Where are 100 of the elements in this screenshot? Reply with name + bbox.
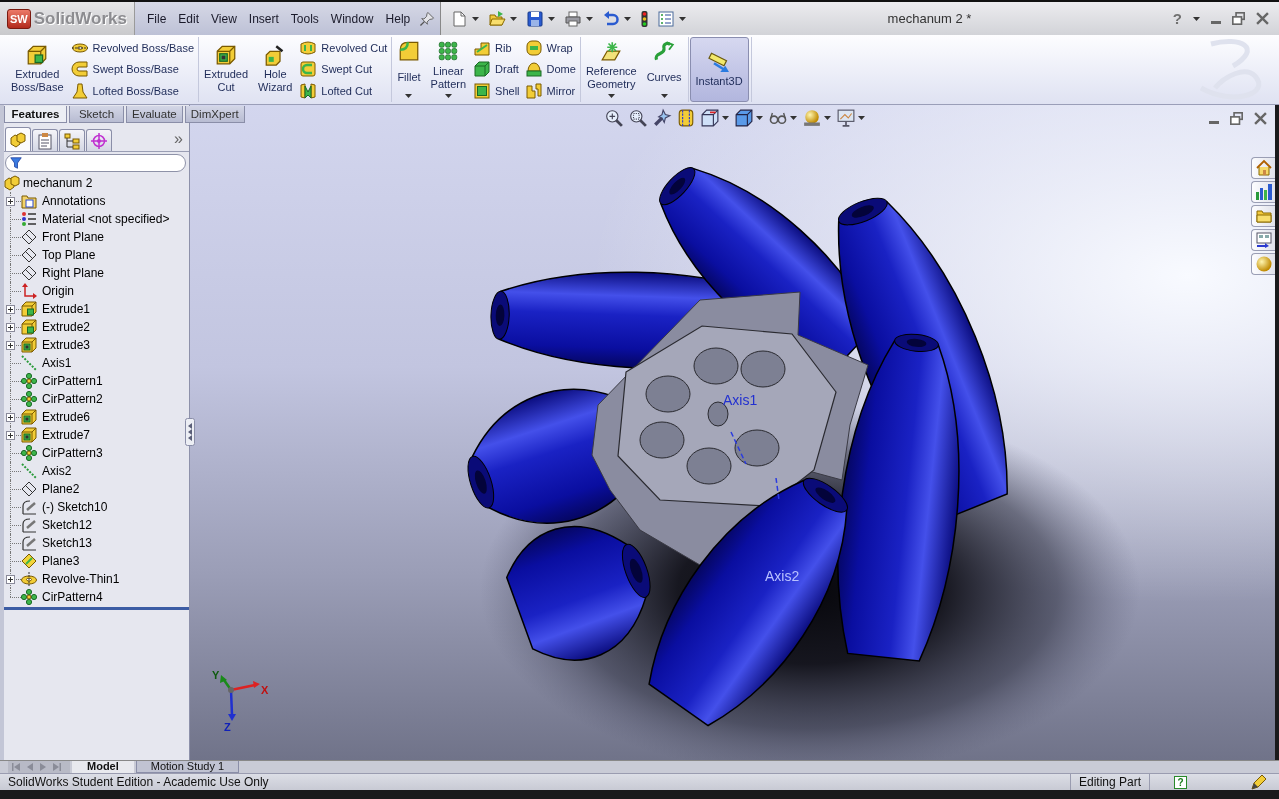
close-icon[interactable] — [1254, 112, 1267, 125]
menu-item[interactable]: View — [205, 9, 243, 28]
wand-icon[interactable] — [653, 109, 671, 127]
tree-item[interactable]: Extrude3 — [21, 337, 91, 353]
caret-icon[interactable] — [660, 94, 668, 98]
command-tab[interactable]: Sketch — [69, 106, 124, 123]
menu-item[interactable]: Tools — [284, 9, 325, 28]
monitor-icon[interactable] — [837, 109, 855, 127]
caret-icon[interactable] — [679, 16, 687, 21]
ribbon-button[interactable]: Wrap — [523, 38, 578, 57]
pin-icon[interactable] — [420, 11, 435, 26]
collapse-handle[interactable] — [185, 418, 195, 446]
caret-icon[interactable] — [790, 116, 797, 120]
tree-item[interactable]: Annotations — [21, 193, 106, 209]
magnifier-icon[interactable] — [605, 109, 623, 127]
section-view-icon[interactable] — [677, 109, 695, 127]
tree-item[interactable]: (-) Sketch10 — [21, 499, 108, 515]
tree-item[interactable]: Extrude1 — [21, 301, 91, 317]
caret-icon[interactable] — [444, 94, 452, 98]
ribbon-button[interactable]: Curves — [642, 37, 686, 102]
menu-item[interactable]: Help — [379, 9, 417, 28]
panel-tab[interactable] — [32, 129, 58, 151]
ribbon-button[interactable]: Hole Wizard — [254, 37, 297, 102]
document-tab[interactable]: Motion Study 1 — [135, 761, 240, 773]
ribbon-button[interactable]: Reference Geometry — [581, 37, 641, 102]
printer-icon[interactable] — [565, 10, 582, 27]
ribbon-button[interactable]: Fillet — [393, 37, 425, 102]
expand-icon[interactable] — [6, 430, 15, 440]
help-button[interactable]: ? — [1174, 775, 1187, 789]
task-pane-tab[interactable] — [1251, 181, 1275, 203]
ribbon-button[interactable]: Linear Pattern — [426, 37, 471, 102]
floppy-icon[interactable] — [527, 10, 544, 27]
filter-field[interactable] — [5, 154, 186, 172]
cube-icon[interactable] — [735, 109, 753, 127]
tree-item[interactable]: CirPattern4 — [21, 589, 103, 605]
ribbon-button[interactable]: Lofted Cut — [298, 82, 390, 101]
checklist-icon[interactable] — [658, 10, 675, 27]
caret-icon[interactable] — [1193, 16, 1200, 21]
caret-icon[interactable] — [624, 16, 632, 21]
menu-item[interactable]: Window — [324, 9, 380, 28]
expand-icon[interactable] — [6, 322, 15, 332]
tree-item[interactable]: Revolve-Thin1 — [21, 571, 120, 587]
command-tab[interactable]: Evaluate — [126, 106, 183, 123]
ribbon-button[interactable]: Dome — [523, 60, 578, 79]
panel-tab[interactable] — [86, 129, 112, 151]
ribbon-button[interactable]: Revolved Cut — [298, 38, 390, 57]
close-icon[interactable] — [1256, 12, 1269, 25]
tree-item[interactable]: Plane2 — [21, 481, 80, 497]
tree-item[interactable]: mechanum 2 — [4, 175, 93, 191]
tree-item[interactable]: Front Plane — [21, 229, 105, 245]
tree-item[interactable]: CirPattern1 — [21, 373, 103, 389]
tree-item[interactable]: CirPattern2 — [21, 391, 103, 407]
caret-icon[interactable] — [472, 16, 480, 21]
tree-item[interactable]: Material <not specified> — [21, 211, 170, 227]
ribbon-button[interactable]: Draft — [472, 60, 522, 79]
restore-icon[interactable] — [1230, 112, 1243, 125]
magnifier-icon[interactable] — [629, 109, 647, 127]
cube-icon[interactable] — [701, 109, 719, 127]
tree-item[interactable]: Sketch12 — [21, 517, 93, 533]
ribbon-button[interactable]: Rib — [472, 38, 522, 57]
command-tab[interactable]: DimXpert — [184, 106, 245, 123]
ribbon-button[interactable]: Extruded Boss/Base — [7, 37, 68, 102]
task-pane-tab[interactable] — [1251, 205, 1275, 227]
caret-icon[interactable] — [586, 16, 594, 21]
minimize-icon[interactable] — [1211, 20, 1221, 24]
minimize-icon[interactable] — [1209, 120, 1219, 124]
panel-tab[interactable] — [59, 129, 85, 151]
tree-item[interactable]: Top Plane — [21, 247, 96, 263]
tree-item[interactable]: Axis2 — [21, 463, 72, 479]
traffic-light-icon[interactable] — [641, 10, 649, 27]
ribbon-button[interactable]: Lofted Boss/Base — [69, 82, 197, 101]
task-pane-tab[interactable] — [1251, 229, 1275, 251]
caret-icon[interactable] — [858, 116, 865, 120]
caret-icon[interactable] — [824, 116, 831, 120]
undo-icon[interactable] — [603, 10, 620, 27]
caret-icon[interactable] — [510, 16, 518, 21]
command-tab[interactable]: Features — [4, 106, 67, 123]
caret-icon[interactable] — [548, 16, 556, 21]
tree-item[interactable]: Right Plane — [21, 265, 105, 281]
document-tab[interactable]: Model — [72, 761, 134, 773]
caret-icon[interactable] — [607, 94, 615, 98]
menu-item[interactable]: Insert — [242, 9, 285, 28]
ribbon-button[interactable]: Extruded Cut — [200, 37, 253, 102]
ribbon-button[interactable]: Swept Boss/Base — [69, 60, 197, 79]
ribbon-button[interactable]: Mirror — [523, 82, 578, 101]
menu-item[interactable]: File — [141, 9, 173, 28]
expand-icon[interactable] — [6, 340, 15, 350]
restore-icon[interactable] — [1232, 12, 1245, 25]
tree-item[interactable]: Extrude7 — [21, 427, 91, 443]
pencil-icon[interactable] — [1251, 774, 1267, 790]
caret-icon[interactable] — [405, 94, 413, 98]
ribbon-button[interactable]: Shell — [472, 82, 522, 101]
ribbon-button[interactable]: Swept Cut — [298, 60, 390, 79]
caret-icon[interactable] — [756, 116, 763, 120]
task-pane-tab[interactable] — [1251, 157, 1275, 179]
ribbon-button[interactable]: Instant3D — [689, 37, 749, 102]
expand-icon[interactable] — [6, 304, 15, 314]
help-button[interactable]: ? — [1172, 10, 1182, 27]
tree-item[interactable]: CirPattern3 — [21, 445, 103, 461]
ribbon-button[interactable]: Revolved Boss/Base — [69, 38, 197, 57]
